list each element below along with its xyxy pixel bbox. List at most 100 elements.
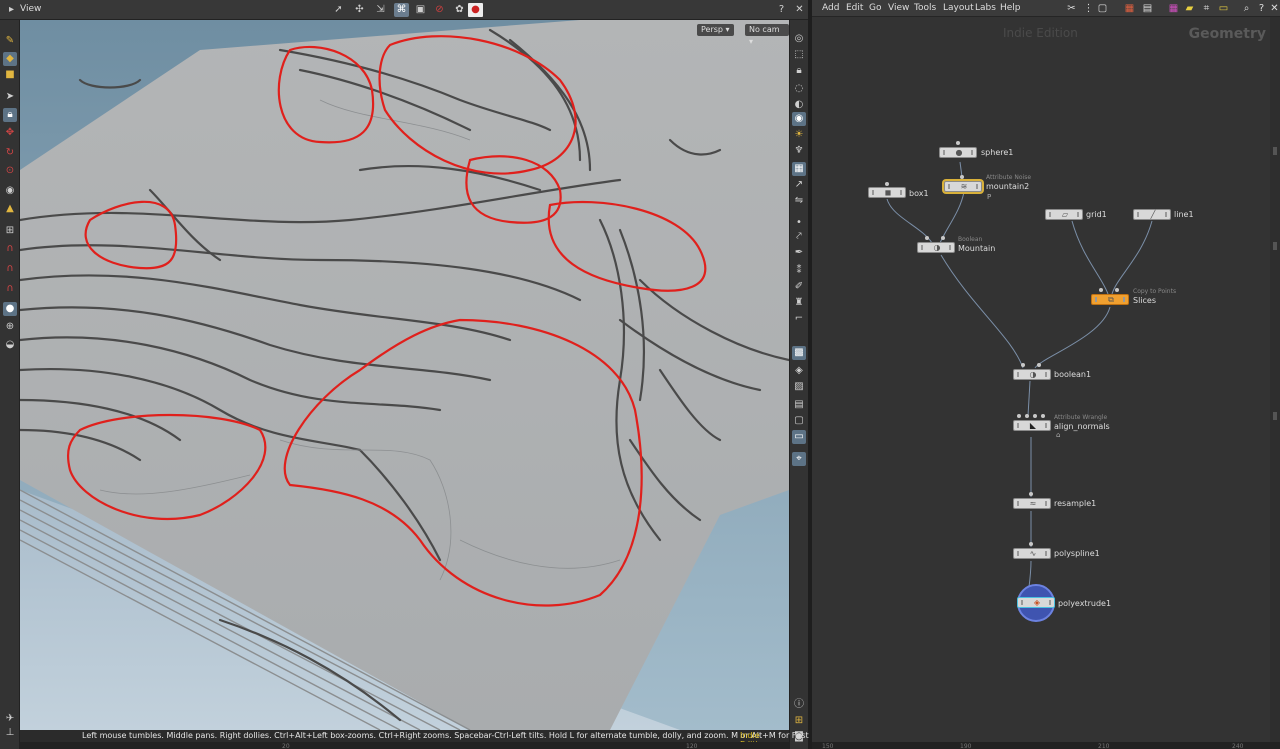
grid12-icon[interactable]: ⁑ <box>792 264 806 278</box>
ground-icon[interactable]: ⇋ <box>792 194 806 208</box>
lock-icon[interactable]: 🔒︎ <box>3 108 17 122</box>
scale-icon[interactable]: ⊙ <box>3 164 17 178</box>
network-box-icon[interactable]: ▭ <box>1217 2 1230 15</box>
node-line1[interactable]: ╱ <box>1133 209 1171 220</box>
wireframe-icon[interactable]: ⬚ <box>792 48 806 62</box>
select-icon[interactable]: ◆ <box>3 52 17 66</box>
pin-icon[interactable]: ♆ <box>792 144 806 158</box>
menu-labs[interactable]: Labs <box>975 3 996 13</box>
transform-icon[interactable]: ✥ <box>3 126 17 140</box>
node-mountain2[interactable]: ≋ <box>944 181 982 192</box>
node-grid1[interactable]: ▱ <box>1045 209 1083 220</box>
point-icon[interactable]: • <box>792 216 806 230</box>
bulb-icon[interactable]: ☀ <box>792 128 806 142</box>
tools-icon[interactable]: ✂ <box>1065 2 1078 15</box>
display-options-icon[interactable]: ▣ <box>413 3 428 17</box>
layers-icon[interactable]: ◈ <box>792 364 806 378</box>
menu-go[interactable]: Go <box>869 3 881 13</box>
rotate-icon[interactable]: ↻ <box>3 146 17 160</box>
node-mountain[interactable]: ◑ <box>917 242 955 253</box>
arrow-icon[interactable]: ↗ <box>792 178 806 192</box>
close-icon[interactable]: ✕ <box>1268 2 1280 15</box>
shape-icon[interactable]: ▢ <box>1096 2 1109 15</box>
input-port[interactable] <box>925 236 929 240</box>
menu-edit[interactable]: Edit <box>846 3 863 13</box>
snap-grid-icon[interactable]: ∩ <box>3 282 17 296</box>
node-boolean1[interactable]: ◑ <box>1013 369 1051 380</box>
cube-icon[interactable]: ▢ <box>792 414 806 428</box>
pin-icon[interactable]: ⌗ <box>1200 2 1213 15</box>
snap-icon[interactable]: ⌘ <box>394 3 409 17</box>
menu-view[interactable]: View <box>888 3 909 13</box>
box-icon[interactable]: ▤ <box>792 398 806 412</box>
input-port[interactable] <box>956 141 960 145</box>
paint-icon[interactable]: ✎ <box>3 34 17 48</box>
shading-icon[interactable]: ◐ <box>792 98 806 112</box>
node-align-normals[interactable]: ◣ <box>1013 420 1051 431</box>
locator-icon[interactable]: ⌖ <box>792 452 806 466</box>
node-slices[interactable]: ⧉ <box>1091 294 1129 305</box>
input-port[interactable] <box>1033 414 1037 418</box>
node-sphere1[interactable]: ● <box>939 147 977 158</box>
move-icon[interactable]: ✣ <box>352 3 367 17</box>
input-port[interactable] <box>960 175 964 179</box>
sticky-note-icon[interactable]: ▰ <box>1183 2 1196 15</box>
camera-menu[interactable]: No cam ▾ <box>745 24 789 46</box>
menu-layout[interactable]: Layout <box>943 3 974 13</box>
network-scrollbar[interactable] <box>1270 17 1280 742</box>
camera-icon[interactable]: ● <box>3 302 17 316</box>
menu-add[interactable]: Add <box>822 3 839 13</box>
info-icon[interactable]: ⓘ <box>792 698 806 712</box>
node-resample1[interactable]: ≈ <box>1013 498 1051 509</box>
input-port[interactable] <box>1041 414 1045 418</box>
snap-curve-icon[interactable]: ∩ <box>3 262 17 276</box>
no-entry-icon[interactable]: ⊘ <box>432 3 447 17</box>
eye-icon[interactable]: ◎ <box>792 32 806 46</box>
box-tool-icon[interactable]: ⊞ <box>3 224 17 238</box>
handle-icon[interactable]: ⊕ <box>3 320 17 334</box>
3d-viewport[interactable]: Persp ▾ No cam ▾ <box>20 20 789 730</box>
screen-icon[interactable]: ▭ <box>792 430 806 444</box>
texture-icon[interactable]: ▩ <box>792 346 806 360</box>
input-port[interactable] <box>1021 363 1025 367</box>
grid-view-icon[interactable]: ▦ <box>1123 2 1136 15</box>
pointer-icon[interactable]: ➤ <box>3 90 17 104</box>
node-box1[interactable]: ◼ <box>868 187 906 198</box>
help-icon[interactable]: ? <box>774 3 789 17</box>
pane-menu-icon[interactable]: ▸ <box>4 3 19 17</box>
camera-icon[interactable]: ✿ <box>452 3 467 17</box>
input-port[interactable] <box>1099 288 1103 292</box>
record-icon[interactable]: ● <box>468 3 483 17</box>
persp-menu[interactable]: Persp ▾ <box>697 24 734 36</box>
select-icon[interactable]: ➚ <box>331 3 346 17</box>
viewer-tab-title[interactable]: View <box>20 4 41 14</box>
input-port[interactable] <box>1037 363 1041 367</box>
layout-icon[interactable]: ⋮ <box>1082 2 1095 15</box>
input-port[interactable] <box>1029 542 1033 546</box>
node-polyextrude1[interactable]: ◈ <box>1017 597 1055 608</box>
input-port[interactable] <box>1017 414 1021 418</box>
curve-icon[interactable]: ⤤ <box>792 230 806 244</box>
display-icon[interactable]: ◉ <box>792 112 806 126</box>
node-graph-canvas[interactable]: Indie Edition Geometry ● sphere1 ≋ Attri… <box>812 17 1270 742</box>
light-icon[interactable]: ◌ <box>792 82 806 96</box>
brush-icon[interactable]: ▲ <box>3 202 17 216</box>
close-icon[interactable]: ✕ <box>792 3 807 17</box>
image-icon[interactable]: ▨ <box>792 380 806 394</box>
input-port[interactable] <box>1025 414 1029 418</box>
input-port[interactable] <box>941 236 945 240</box>
node-polyspline1[interactable]: ∿ <box>1013 548 1051 559</box>
frame-icon[interactable]: ▦ <box>792 162 806 176</box>
ruler-icon[interactable]: ⌐ <box>792 312 806 326</box>
input-port[interactable] <box>1115 288 1119 292</box>
help-icon[interactable]: ? <box>1255 2 1268 15</box>
menu-help[interactable]: Help <box>1000 3 1021 13</box>
record-icon[interactable]: ◒ <box>3 338 17 352</box>
handles-icon[interactable]: ⇲ <box>373 3 388 17</box>
view-icon[interactable]: ◉ <box>3 184 17 198</box>
magnet-icon[interactable]: ∩ <box>3 242 17 256</box>
brush-icon[interactable]: ✐ <box>792 280 806 294</box>
menu-tools[interactable]: Tools <box>914 3 936 13</box>
pen-icon[interactable]: ✒ <box>792 246 806 260</box>
color-palette-icon[interactable]: ▦ <box>1167 2 1180 15</box>
